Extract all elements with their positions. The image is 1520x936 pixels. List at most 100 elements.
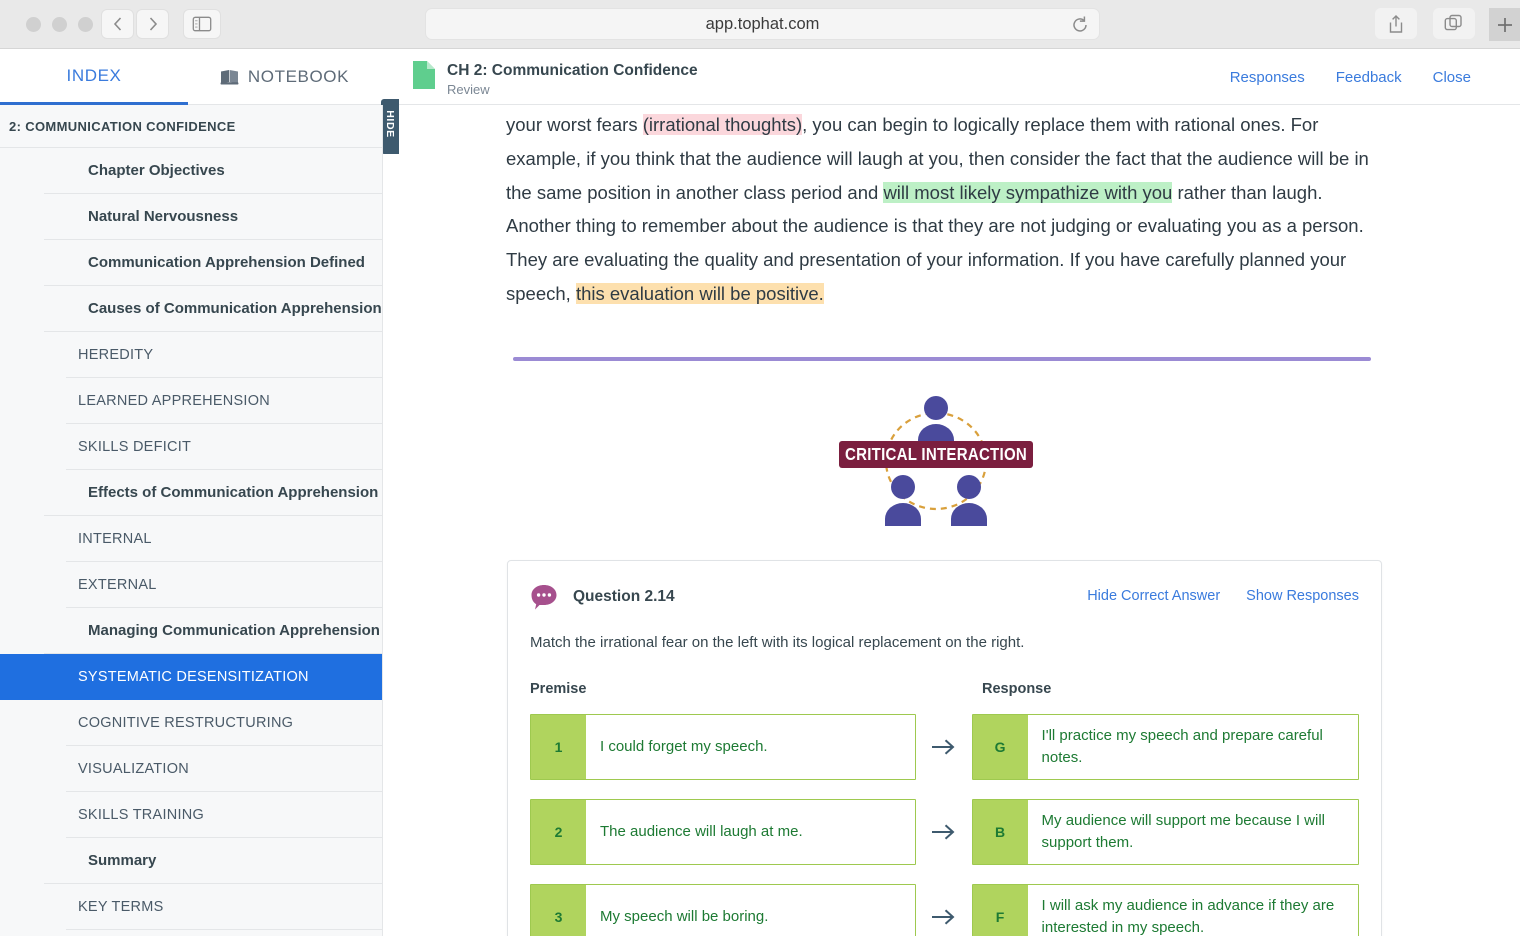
sidebar-item-label: SKILLS DEFICIT <box>78 439 191 455</box>
premise-box[interactable]: 2The audience will laugh at me. <box>530 799 916 865</box>
sidebar-item-skills-training[interactable]: SKILLS TRAINING <box>66 792 382 838</box>
question-label: Question 2.14 <box>573 588 675 606</box>
sidebar-item-communication-apprehension-defined[interactable]: Communication Apprehension Defined <box>44 240 382 286</box>
sidebar-item-natural-nervousness[interactable]: Natural Nervousness <box>44 194 382 240</box>
sidebar-item-learned-apprehension[interactable]: LEARNED APPREHENSION <box>66 378 382 424</box>
response-box[interactable]: GI'll practice my speech and prepare car… <box>972 714 1359 780</box>
response-text: I'll practice my speech and prepare care… <box>1028 715 1358 779</box>
sidebar-item-skills-deficit[interactable]: SKILLS DEFICIT <box>66 424 382 470</box>
document-title: CH 2: Communication Confidence <box>447 61 698 81</box>
arrow-right-icon <box>931 907 957 927</box>
sidebar-item-label: HEREDITY <box>78 347 153 363</box>
match-arrow <box>916 714 972 780</box>
index-sidebar[interactable]: 2: COMMUNICATION CONFIDENCE Chapter Obje… <box>0 105 383 936</box>
sidebar-item-summary[interactable]: Summary <box>44 838 382 884</box>
reload-button[interactable] <box>1070 15 1090 35</box>
sidebar-item-label: Summary <box>88 852 156 869</box>
sidebar-item-label: Communication Apprehension Defined <box>88 254 365 271</box>
sidebar-item-external[interactable]: EXTERNAL <box>66 562 382 608</box>
sidebar-item-visualization[interactable]: VISUALIZATION <box>66 746 382 792</box>
sidebar-item-causes-of-communication-apprehension[interactable]: Causes of Communication Apprehension <box>44 286 382 332</box>
sidebar-toggle-icon <box>193 17 212 32</box>
reload-icon <box>1070 15 1090 35</box>
close-window-button[interactable] <box>26 17 41 32</box>
maximize-window-button[interactable] <box>78 17 93 32</box>
match-pair-row: 1I could forget my speech. GI'll practice… <box>530 714 1359 780</box>
premise-text: The audience will laugh at me. <box>586 800 915 864</box>
sidebar-item-systematic-desensitization[interactable]: SYSTEMATIC DESENSITIZATION <box>0 654 382 700</box>
sidebar-item-effects-of-communication-apprehension[interactable]: Effects of Communication Apprehension <box>44 470 382 516</box>
body-paragraph: your worst fears (irrational thoughts), … <box>506 108 1386 311</box>
tab-notebook-label: NOTEBOOK <box>248 67 349 87</box>
response-key: B <box>973 800 1028 864</box>
forward-button[interactable] <box>136 9 169 39</box>
column-headers: Premise Response <box>530 681 1359 701</box>
arrow-right-icon <box>931 737 957 757</box>
responses-link[interactable]: Responses <box>1230 69 1305 86</box>
close-link[interactable]: Close <box>1433 69 1471 86</box>
sidebar-toggle-button[interactable] <box>183 9 221 39</box>
premise-box[interactable]: 1I could forget my speech. <box>530 714 916 780</box>
banner-text: CRITICAL INTERACTION <box>845 445 1027 464</box>
column-header-premise: Premise <box>530 681 586 697</box>
document-subtitle: Review <box>447 82 698 97</box>
premise-box[interactable]: 3My speech will be boring. <box>530 884 916 936</box>
critical-interaction-graphic: CRITICAL INTERACTION <box>836 391 1036 526</box>
back-button[interactable] <box>101 9 134 39</box>
new-tab-button[interactable] <box>1489 8 1520 41</box>
sidebar-item-label: SKILLS TRAINING <box>78 807 204 823</box>
tab-notebook[interactable]: NOTEBOOK <box>188 49 381 105</box>
tab-index-label: INDEX <box>67 66 122 86</box>
sidebar-item-label: SYSTEMATIC DESENSITIZATION <box>78 669 309 685</box>
response-box[interactable]: FI will ask my audience in advance if th… <box>972 884 1359 936</box>
premise-text: My speech will be boring. <box>586 885 915 936</box>
url-text: app.tophat.com <box>426 15 1099 34</box>
feedback-link[interactable]: Feedback <box>1336 69 1402 86</box>
sidebar-item-key-terms[interactable]: KEY TERMS <box>66 884 382 930</box>
response-text: I will ask my audience in advance if the… <box>1028 885 1358 936</box>
sidebar-item-heredity[interactable]: HEREDITY <box>66 332 382 378</box>
hide-correct-answer-link[interactable]: Hide Correct Answer <box>1087 588 1220 604</box>
tabs-icon <box>1444 14 1464 34</box>
section-divider <box>513 357 1371 361</box>
sidebar-item-label: Chapter Objectives <box>88 162 225 179</box>
tab-index[interactable]: INDEX <box>0 49 188 105</box>
sidebar-item-managing-communication-apprehension[interactable]: Managing Communication Apprehension <box>44 608 382 654</box>
response-text: My audience will support me because I wi… <box>1028 800 1358 864</box>
document-icon <box>413 61 435 89</box>
sidebar-item-chapter-objectives[interactable]: Chapter Objectives <box>44 148 382 194</box>
hide-panel-button[interactable]: HIDE <box>381 99 399 154</box>
sidebar-item-label: COGNITIVE RESTRUCTURING <box>78 715 293 731</box>
highlight-orange: this evaluation will be positive. <box>576 283 824 304</box>
share-button[interactable] <box>1375 8 1417 39</box>
question-card: Question 2.14 Hide Correct Answer Show R… <box>507 560 1382 936</box>
book-icon <box>220 69 239 85</box>
sidebar-item-label: Effects of Communication Apprehension <box>88 484 378 501</box>
response-box[interactable]: BMy audience will support me because I w… <box>972 799 1359 865</box>
question-header: Question 2.14 Hide Correct Answer Show R… <box>530 583 1359 617</box>
plus-icon <box>1495 15 1515 35</box>
question-prompt: Match the irrational fear on the left wi… <box>530 634 1359 651</box>
sidebar-item-internal[interactable]: INTERNAL <box>66 516 382 562</box>
sidebar-item-cognitive-restructuring[interactable]: COGNITIVE RESTRUCTURING <box>66 700 382 746</box>
premise-key: 3 <box>531 885 586 936</box>
minimize-window-button[interactable] <box>52 17 67 32</box>
address-bar[interactable]: app.tophat.com <box>425 8 1100 40</box>
reading-content[interactable]: your worst fears (irrational thoughts), … <box>431 105 1496 936</box>
tabs-overview-button[interactable] <box>1433 8 1475 39</box>
share-icon <box>1387 14 1405 34</box>
response-key: G <box>973 715 1028 779</box>
premise-key: 2 <box>531 800 586 864</box>
show-responses-link[interactable]: Show Responses <box>1246 588 1359 604</box>
sidebar-item-list: Chapter Objectives Natural Nervousness Com… <box>0 148 382 930</box>
match-pair-row: 2The audience will laugh at me. BMy audie… <box>530 799 1359 865</box>
match-arrow <box>916 884 972 936</box>
sidebar-item-label: Managing Communication Apprehension <box>88 622 380 639</box>
chevron-left-icon <box>112 16 123 32</box>
person-top-icon <box>918 396 954 448</box>
chevron-right-icon <box>147 16 158 32</box>
match-pairs-list: 1I could forget my speech. GI'll practice… <box>530 714 1359 936</box>
sidebar-item-label: VISUALIZATION <box>78 761 189 777</box>
sidebar-item-label: Natural Nervousness <box>88 208 238 225</box>
person-bottom-left-icon <box>885 475 921 526</box>
